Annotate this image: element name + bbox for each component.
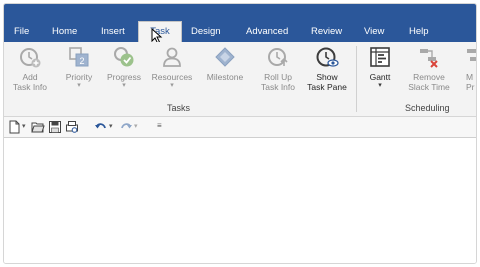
tab-insert[interactable]: Insert xyxy=(101,22,125,42)
progress-button[interactable]: Progress ▾ xyxy=(103,45,145,101)
show-task-pane-label-1: Show xyxy=(316,72,338,82)
chevron-down-icon: ▾ xyxy=(122,82,126,89)
roll-up-icon xyxy=(268,48,288,66)
add-task-info-label-2: Task Info xyxy=(12,82,48,92)
priority-label: Priority xyxy=(65,72,93,82)
resources-label: Resources xyxy=(151,72,193,82)
open-folder-icon[interactable] xyxy=(31,120,45,134)
quick-access-toolbar: ▾ ▾ ▾ ≡ xyxy=(4,117,476,138)
tab-home[interactable]: Home xyxy=(52,22,77,42)
partial-button[interactable]: M Pr xyxy=(462,45,476,101)
chevron-down-icon: ▾ xyxy=(77,82,81,89)
svg-text:2: 2 xyxy=(79,56,84,66)
document-workspace[interactable] xyxy=(4,138,476,263)
remove-slack-time-label-2: Slack Time xyxy=(408,82,450,92)
app-window: File Home Insert Task Design Advanced Re… xyxy=(3,3,477,264)
add-task-info-icon xyxy=(20,48,41,68)
resources-button[interactable]: Resources ▾ xyxy=(148,45,196,101)
partial-icon xyxy=(467,49,476,61)
print-preview-icon[interactable] xyxy=(65,120,79,134)
chevron-down-icon[interactable]: ▾ xyxy=(109,122,113,130)
add-task-info-label-1: Add xyxy=(22,72,38,82)
ribbon-panel: Add Task Info 2 Priority ▾ Progress ▾ Re… xyxy=(4,42,476,117)
roll-up-label-1: Roll Up xyxy=(264,72,292,82)
progress-label: Progress xyxy=(106,72,141,82)
priority-icon: 2 xyxy=(69,47,89,67)
chevron-down-icon[interactable]: ▾ xyxy=(134,122,138,130)
tab-help[interactable]: Help xyxy=(409,22,429,42)
roll-up-label-2: Task Info xyxy=(260,82,296,92)
partial-label-1: M xyxy=(466,72,474,82)
tab-file[interactable]: File xyxy=(14,22,29,42)
resources-icon xyxy=(163,47,181,67)
remove-slack-time-button[interactable]: Remove Slack Time xyxy=(404,45,454,101)
new-document-icon[interactable] xyxy=(7,120,21,134)
chevron-down-icon: ▾ xyxy=(170,82,174,89)
gantt-icon xyxy=(370,47,390,67)
progress-icon xyxy=(114,47,134,67)
group-separator xyxy=(356,46,357,112)
milestone-icon xyxy=(215,47,235,67)
save-icon[interactable] xyxy=(48,120,62,134)
partial-label-2: Pr xyxy=(466,82,475,92)
chevron-down-icon: ▾ xyxy=(378,82,382,89)
scheduling-group-label: Scheduling xyxy=(405,103,450,113)
show-task-pane-label-2: Task Pane xyxy=(307,82,347,92)
remove-slack-time-label-1: Remove xyxy=(413,72,445,82)
milestone-label: Milestone xyxy=(206,72,244,82)
gantt-label: Gantt xyxy=(369,72,391,82)
chevron-down-icon[interactable]: ▾ xyxy=(22,122,26,130)
undo-icon[interactable] xyxy=(94,120,108,134)
remove-slack-time-icon xyxy=(420,49,438,68)
roll-up-task-info-button[interactable]: Roll Up Task Info xyxy=(255,45,301,101)
tasks-group-label: Tasks xyxy=(167,103,191,113)
ribbon-tab-bar: File Home Insert Task Design Advanced Re… xyxy=(4,4,476,44)
tab-review[interactable]: Review xyxy=(311,22,342,42)
tab-view[interactable]: View xyxy=(364,22,384,42)
redo-icon[interactable] xyxy=(119,120,133,134)
add-task-info-button[interactable]: Add Task Info xyxy=(10,45,50,101)
milestone-button[interactable]: Milestone xyxy=(201,45,249,101)
tab-design[interactable]: Design xyxy=(191,22,221,42)
tab-advanced[interactable]: Advanced xyxy=(246,22,288,42)
gantt-button[interactable]: Gantt ▾ xyxy=(362,45,398,101)
show-task-pane-button[interactable]: Show Task Pane xyxy=(303,45,351,101)
priority-button[interactable]: 2 Priority ▾ xyxy=(59,45,99,101)
customize-qat-icon[interactable]: ≡ xyxy=(157,121,162,130)
show-task-pane-icon xyxy=(316,47,339,67)
